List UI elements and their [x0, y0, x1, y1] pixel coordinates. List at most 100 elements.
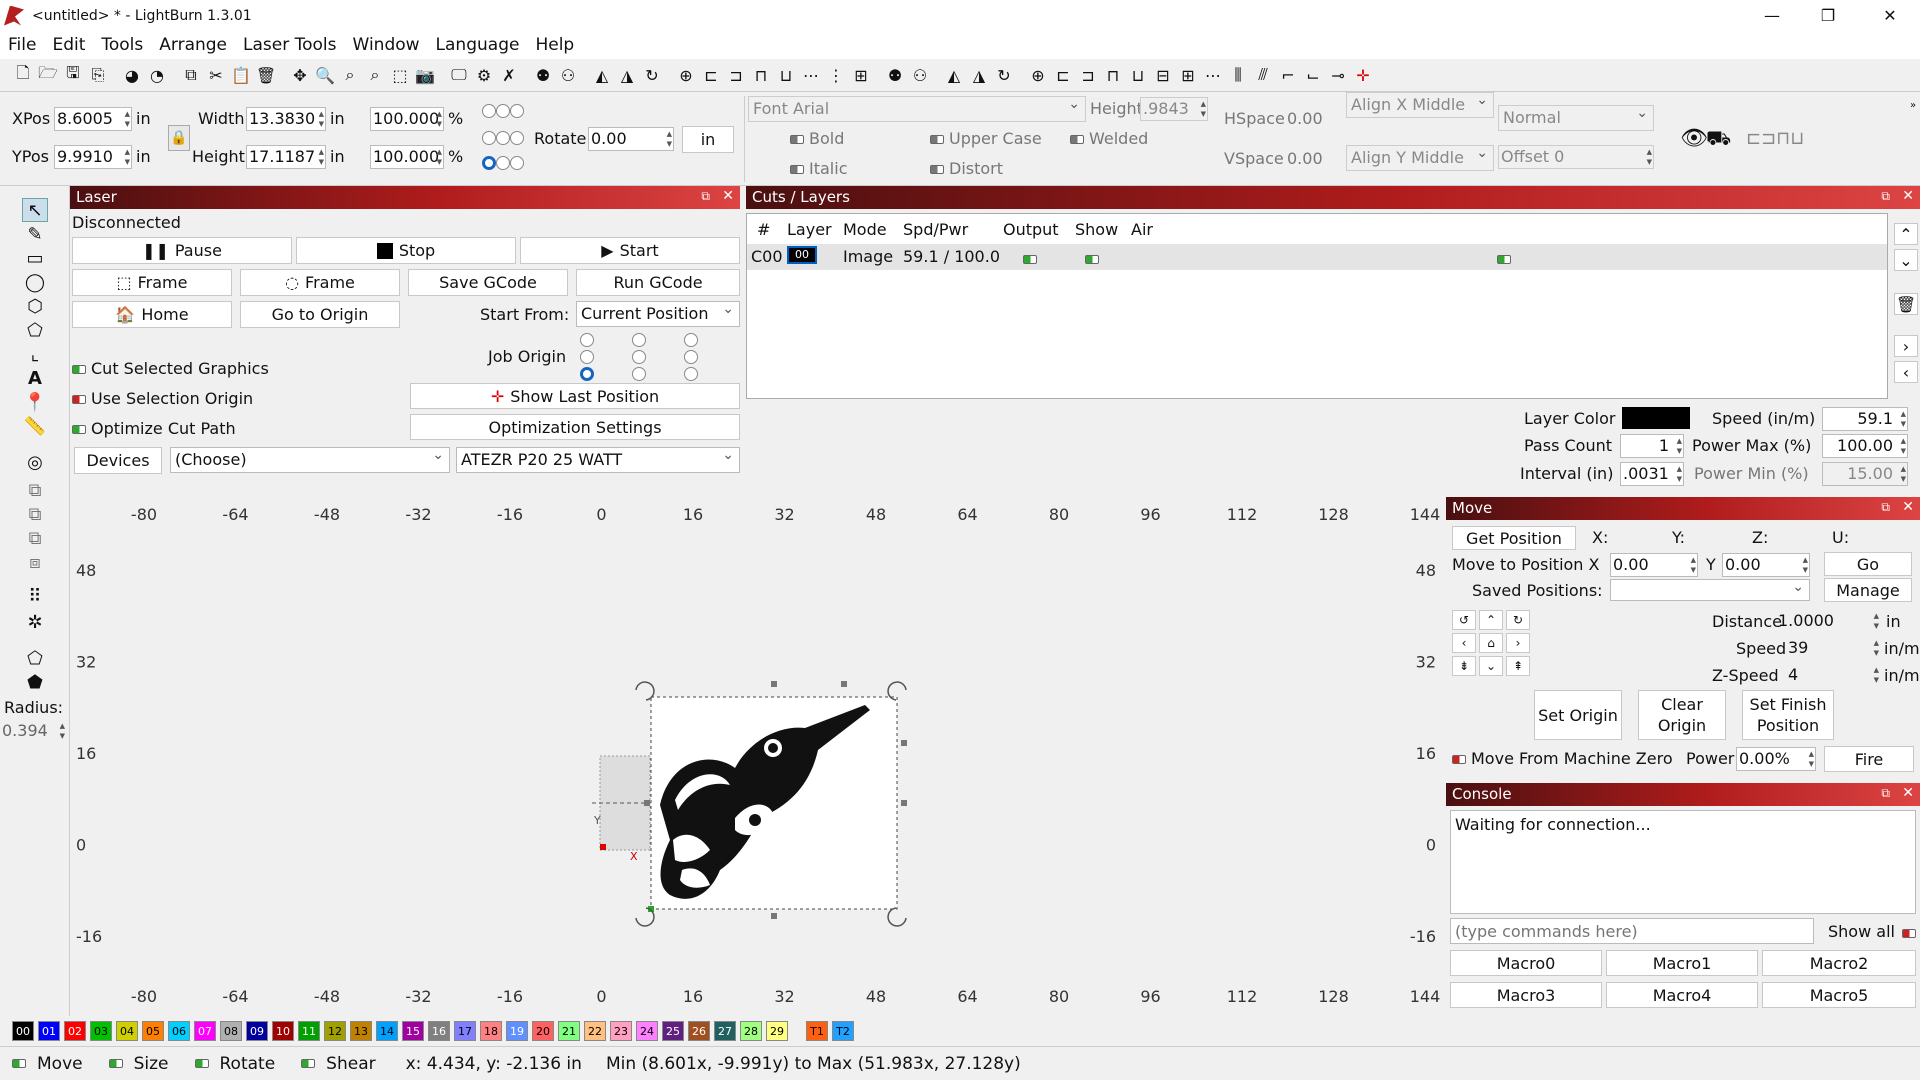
- row-show-toggle[interactable]: [1085, 252, 1104, 267]
- open-file-icon[interactable]: 🗁: [37, 63, 59, 86]
- job-origin-tr[interactable]: [684, 333, 698, 347]
- frame-rect-button[interactable]: ⬚ Frame: [72, 269, 232, 296]
- mirror2-icon[interactable]: ◮: [968, 64, 990, 86]
- menu-language[interactable]: Language: [428, 35, 528, 55]
- origin-bc-radio[interactable]: [496, 156, 510, 170]
- move-icon[interactable]: ✥: [289, 64, 311, 86]
- macro1-button[interactable]: Macro1: [1606, 950, 1758, 976]
- pause-button[interactable]: ❚❚ Pause: [72, 237, 292, 264]
- group2-icon[interactable]: ⚉: [884, 64, 906, 86]
- optimize-cut-toggle[interactable]: Optimize Cut Path: [72, 419, 236, 438]
- start-from-combo[interactable]: Current Position: [576, 301, 740, 327]
- layer-delete-icon[interactable]: 🗑: [1894, 293, 1918, 315]
- export-icon[interactable]: ⎘: [87, 64, 109, 86]
- float-icon[interactable]: ⧉: [1881, 189, 1890, 204]
- align-x-combo[interactable]: Align X Middle: [1346, 92, 1494, 118]
- jog-ccw-icon[interactable]: ↺: [1452, 610, 1476, 630]
- text-icon[interactable]: A: [22, 366, 48, 390]
- menu-edit[interactable]: Edit: [44, 35, 93, 55]
- power-min-input[interactable]: 15.00: [1822, 462, 1908, 486]
- save-gcode-button[interactable]: Save GCode: [408, 269, 568, 296]
- stop-button[interactable]: Stop: [296, 237, 516, 264]
- laser-pointer-icon[interactable]: ✛: [1352, 64, 1374, 86]
- jog-right-icon[interactable]: ›: [1506, 633, 1530, 653]
- job-origin-bl[interactable]: [580, 367, 594, 381]
- align2-vcenter-icon[interactable]: ⊞: [1177, 64, 1199, 86]
- delete-icon[interactable]: 🗑: [255, 64, 277, 86]
- distort-toggle[interactable]: Distort: [930, 159, 1003, 178]
- job-origin-tc[interactable]: [632, 333, 646, 347]
- expand-toolbar-icon[interactable]: »: [1910, 100, 1916, 111]
- rotate-input[interactable]: 0.00: [588, 127, 674, 151]
- jog-cw-icon[interactable]: ↻: [1506, 610, 1530, 630]
- fire-button[interactable]: Fire: [1824, 746, 1914, 772]
- align-bottom-icon[interactable]: ⊔: [775, 64, 797, 86]
- row-air-toggle[interactable]: [1497, 252, 1516, 267]
- run-gcode-button[interactable]: Run GCode: [576, 269, 740, 296]
- macro3-button[interactable]: Macro3: [1450, 982, 1602, 1008]
- home-button[interactable]: 🏠 Home: [72, 301, 232, 328]
- set-finish-position-button[interactable]: Set Finish Position: [1742, 690, 1834, 740]
- zoom-page-icon[interactable]: ⬚: [389, 64, 411, 86]
- palette-swatch-27[interactable]: 27: [714, 1021, 736, 1041]
- origin-tc-radio[interactable]: [496, 104, 510, 118]
- boolean-union-icon[interactable]: ⧉: [22, 478, 48, 502]
- close-panel-icon[interactable]: ✕: [1902, 785, 1914, 801]
- jog-speed-input[interactable]: 39: [1786, 637, 1880, 661]
- palette-swatch-20[interactable]: 20: [532, 1021, 554, 1041]
- set-origin-button[interactable]: Set Origin: [1534, 690, 1622, 740]
- menu-arrange[interactable]: Arrange: [151, 35, 235, 55]
- cut-selected-toggle[interactable]: Cut Selected Graphics: [72, 359, 269, 378]
- width-input[interactable]: 13.3830: [246, 107, 326, 131]
- jog-down-icon[interactable]: ⌄: [1479, 656, 1503, 676]
- rotate-tool-icon[interactable]: ↻: [641, 64, 663, 86]
- palette-swatch-14[interactable]: 14: [376, 1021, 398, 1041]
- vspace-value[interactable]: 0.00: [1287, 149, 1323, 168]
- fire-power-input[interactable]: 0.00%: [1736, 747, 1816, 771]
- palette-swatch-09[interactable]: 09: [246, 1021, 268, 1041]
- flip-h-icon[interactable]: ◭: [591, 64, 613, 86]
- align-center-icon[interactable]: ⊕: [675, 64, 697, 86]
- offset-icon[interactable]: ⌞: [22, 342, 48, 366]
- origin-tl-radio[interactable]: [482, 104, 496, 118]
- palette-swatch-08[interactable]: 08: [220, 1021, 242, 1041]
- layer-color-swatch[interactable]: [1622, 407, 1690, 429]
- palette-swatch-07[interactable]: 07: [194, 1021, 216, 1041]
- ellipse-icon[interactable]: ◯: [22, 270, 48, 294]
- tools-icon[interactable]: ✗: [498, 64, 520, 86]
- measure-icon[interactable]: 📏: [22, 414, 48, 438]
- trace-icon[interactable]: ◔: [146, 64, 168, 86]
- align2-bottom-icon[interactable]: ⊔: [1127, 64, 1149, 86]
- monitor-icon[interactable]: 🖵: [448, 64, 470, 86]
- palette-swatch-T2[interactable]: T2: [832, 1021, 854, 1041]
- position-laser-icon[interactable]: 📍: [22, 390, 48, 414]
- palette-swatch-11[interactable]: 11: [298, 1021, 320, 1041]
- offset-input[interactable]: Offset 0: [1498, 145, 1654, 169]
- job-origin-mc[interactable]: [632, 350, 646, 364]
- job-origin-tl[interactable]: [580, 333, 594, 347]
- console-command-input[interactable]: [1450, 918, 1814, 944]
- menu-help[interactable]: Help: [527, 35, 582, 55]
- arrange-icon[interactable]: ⊞: [850, 64, 872, 86]
- import-icon[interactable]: ◕: [121, 64, 143, 86]
- design-canvas[interactable]: -80 -64 -48 -32 -16 0 16 32 48 64 80 96 112 128 144 -8…: [70, 500, 1446, 1016]
- align2-hcenter-icon[interactable]: ⊟: [1152, 64, 1174, 86]
- grid-array-icon[interactable]: ⠿: [22, 584, 48, 608]
- menu-window[interactable]: Window: [345, 35, 428, 55]
- palette-swatch-25[interactable]: 25: [662, 1021, 684, 1041]
- power-max-input[interactable]: 100.00: [1822, 434, 1908, 458]
- row-output-toggle[interactable]: [1023, 252, 1042, 267]
- devices-button[interactable]: Devices: [74, 447, 162, 474]
- zoom-in-icon[interactable]: 🔍: [314, 64, 336, 86]
- go-button[interactable]: Go: [1824, 552, 1912, 576]
- palette-swatch-24[interactable]: 24: [636, 1021, 658, 1041]
- layer-next-icon[interactable]: ›: [1894, 335, 1918, 357]
- rectangle-icon[interactable]: ▭: [22, 246, 48, 270]
- palette-swatch-12[interactable]: 12: [324, 1021, 346, 1041]
- distribute-v-icon[interactable]: ⋮: [825, 64, 847, 86]
- palette-swatch-01[interactable]: 01: [38, 1021, 60, 1041]
- draw-lines-icon[interactable]: ✎: [22, 222, 48, 246]
- align-y-combo[interactable]: Align Y Middle: [1346, 145, 1494, 171]
- macro4-button[interactable]: Macro4: [1606, 982, 1758, 1008]
- optimization-settings-button[interactable]: Optimization Settings: [410, 414, 740, 440]
